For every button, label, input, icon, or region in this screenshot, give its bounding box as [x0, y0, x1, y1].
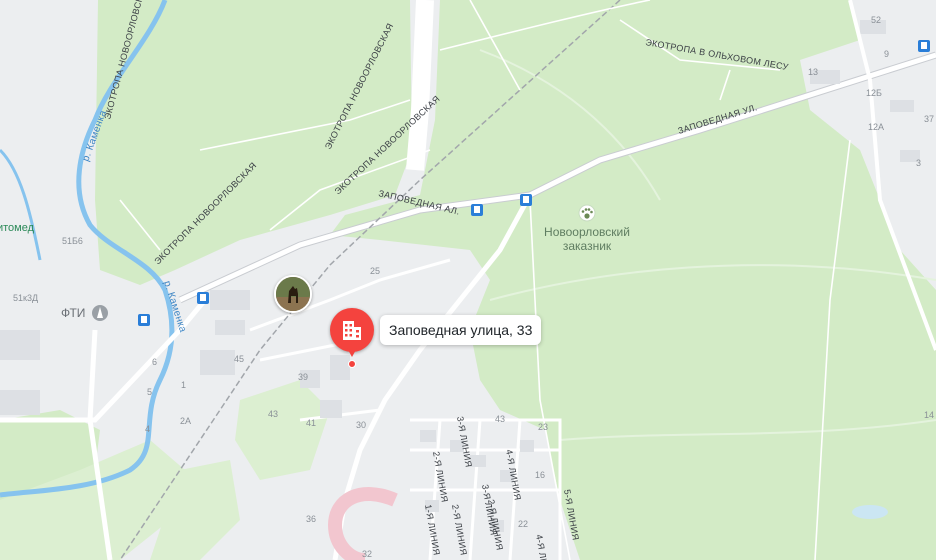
fti-label: ФТИ — [61, 306, 85, 320]
house-number: 3 — [916, 158, 921, 168]
house-number: 9 — [884, 49, 889, 59]
reserve-label-line1: Новоорловский — [544, 225, 630, 239]
house-number: 25 — [370, 266, 380, 276]
house-number: 2А — [180, 416, 191, 426]
house-number: 52 — [871, 15, 881, 25]
house-number: 45 — [234, 354, 244, 364]
vet-clinic-label[interactable]: итомед — [0, 222, 35, 234]
road-north-white — [406, 0, 434, 171]
house-number: 30 — [356, 420, 366, 430]
address-label[interactable]: Заповедная улица, 33 — [380, 315, 542, 345]
house-number: 43 — [268, 409, 278, 419]
house-number: 4 — [145, 424, 150, 434]
reserve-label-line2: заказник — [563, 239, 612, 253]
house-number: 13 — [808, 67, 818, 77]
selected-location-pin[interactable] — [330, 308, 374, 357]
location-point — [348, 360, 356, 368]
house-number: 43 — [495, 414, 505, 424]
house-number: 22 — [518, 519, 528, 529]
bus-stop-icon[interactable] — [197, 292, 209, 304]
house-number: 16 — [535, 470, 545, 480]
bus-stop-icon[interactable] — [918, 40, 930, 52]
bus-stop-icon[interactable] — [520, 194, 532, 206]
house-number: 51к3Д — [13, 293, 38, 303]
map-canvas[interactable]: ЗАПОВЕДНАЯ УЛ. ЗАПОВЕДНАЯ АЛ. ЭКОТРОПА В… — [0, 0, 936, 560]
house-number: 37 — [924, 114, 934, 124]
bus-stop-icon[interactable] — [138, 314, 150, 326]
house-number: 23 — [538, 422, 548, 432]
house-number: 12А — [868, 122, 884, 132]
address-text: Заповедная улица, 33 — [389, 322, 533, 338]
house-number: 36 — [306, 514, 316, 524]
horse-photo-icon — [276, 277, 310, 311]
house-number: 12Б — [866, 88, 882, 98]
house-number: 5 — [147, 387, 152, 397]
house-number: 6 — [152, 357, 157, 367]
house-number: 41 — [306, 418, 316, 428]
house-number: 51Б6 — [62, 236, 83, 246]
house-number: 32 — [362, 549, 372, 559]
paw-icon-bg — [578, 204, 596, 222]
building-icon — [343, 321, 361, 340]
bus-stop-icon[interactable] — [471, 204, 483, 216]
pond — [852, 505, 888, 519]
photo-marker[interactable] — [274, 275, 312, 313]
house-number: 1 — [181, 380, 186, 390]
fti-poi[interactable]: ФТИ — [61, 305, 108, 321]
house-number: 14 — [924, 410, 934, 420]
house-number: 39 — [298, 372, 308, 382]
